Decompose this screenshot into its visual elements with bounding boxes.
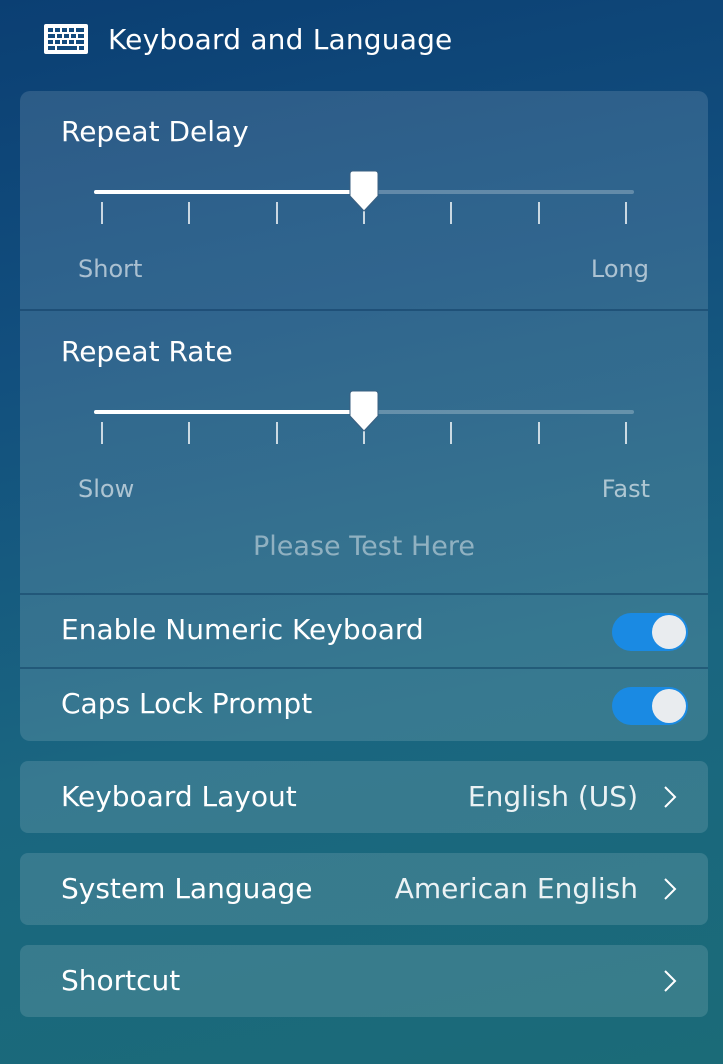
slider-tick [625, 422, 627, 444]
repeat-rate-slider[interactable] [94, 390, 634, 470]
slider-tick [275, 202, 278, 224]
shortcut-label: Shortcut [61, 964, 181, 997]
slider-fill [94, 190, 364, 194]
section-divider [20, 593, 708, 595]
slider-tick [101, 202, 103, 224]
numeric-keyboard-label: Enable Numeric Keyboard [61, 613, 424, 646]
slider-tick [450, 422, 453, 444]
keyboard-layout-label: Keyboard Layout [61, 780, 297, 813]
repeat-delay-title: Repeat Delay [61, 115, 249, 148]
system-language-row[interactable]: System Language American English [20, 853, 708, 925]
repeat-delay-min-label: Short [78, 255, 143, 283]
section-divider [20, 309, 708, 311]
keyboard-icon [44, 24, 88, 54]
slider-thumb[interactable] [349, 390, 379, 432]
slider-fill [94, 410, 364, 414]
slider-tick [625, 202, 627, 224]
slider-tick [188, 202, 191, 224]
system-language-value: American English [394, 872, 638, 905]
chevron-right-icon [664, 970, 677, 992]
page-header: Keyboard and Language [44, 18, 452, 60]
keyboard-layout-value: English (US) [467, 780, 638, 813]
keyboard-layout-row[interactable]: Keyboard Layout English (US) [20, 761, 708, 833]
repeat-rate-min-label: Slow [78, 475, 135, 503]
chevron-right-icon [664, 786, 677, 808]
toggle-knob [652, 689, 686, 723]
page-title: Keyboard and Language [108, 22, 453, 56]
repeat-rate-title: Repeat Rate [61, 335, 233, 368]
repeat-delay-max-label: Long [590, 255, 649, 283]
system-language-label: System Language [61, 872, 313, 905]
chevron-right-icon [664, 878, 677, 900]
slider-tick [101, 422, 103, 444]
shortcut-row[interactable]: Shortcut [20, 945, 708, 1017]
slider-tick [275, 422, 278, 444]
slider-tick [537, 422, 540, 444]
repeat-rate-max-label: Fast [601, 475, 650, 503]
keyboard-settings-panel: Repeat Delay Short Long Repeat Rate Slow… [20, 91, 708, 741]
toggle-knob [652, 615, 686, 649]
caps-lock-prompt-toggle[interactable] [612, 687, 688, 725]
repeat-delay-slider[interactable] [94, 170, 634, 250]
section-divider [20, 667, 708, 669]
slider-tick [188, 422, 191, 444]
numeric-keyboard-toggle[interactable] [612, 613, 688, 651]
slider-thumb[interactable] [349, 170, 379, 212]
slider-tick [450, 202, 453, 224]
caps-lock-prompt-label: Caps Lock Prompt [61, 687, 313, 720]
slider-tick [537, 202, 540, 224]
test-input-field[interactable]: Please Test Here [20, 531, 708, 562]
